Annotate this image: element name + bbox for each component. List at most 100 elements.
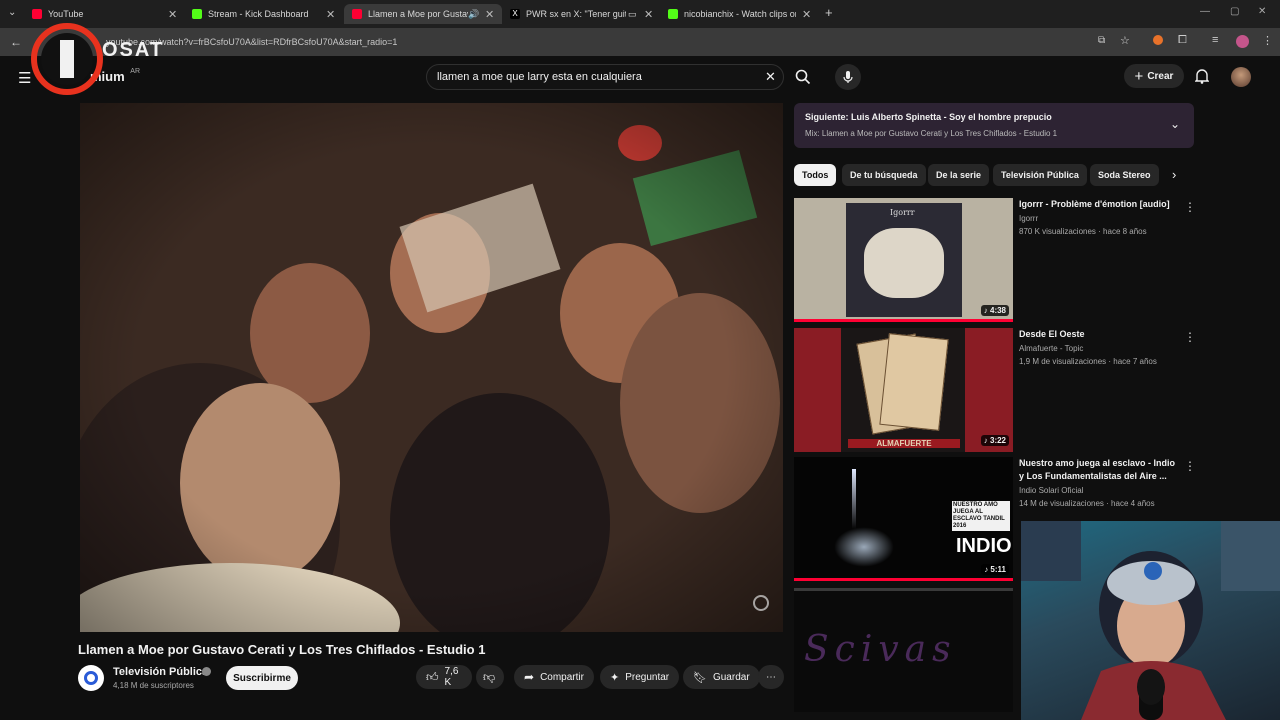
duration-badge: ♪ 3:22 (980, 435, 1009, 446)
up-next-panel[interactable]: Siguiente: Luis Alberto Spinetta - Soy e… (794, 103, 1194, 148)
close-tab-icon[interactable]: ✕ (644, 8, 653, 21)
like-button[interactable]: 👍︎ 7,6 K (416, 665, 472, 689)
kick-favicon-icon (668, 9, 678, 19)
channel-watermark-icon (753, 595, 769, 611)
tab-title: YouTube (48, 9, 84, 19)
verified-badge-icon (202, 667, 211, 676)
video-title: Llamen a Moe por Gustavo Cerati y Los Tr… (78, 642, 486, 657)
tab-list-button[interactable]: ⌄ (8, 7, 16, 18)
thumbs-up-icon: 👍︎ (426, 669, 439, 684)
close-tab-icon[interactable]: ✕ (326, 8, 335, 21)
concert-crowd-image (80, 103, 783, 632)
more-actions-button[interactable]: ⋯ (758, 665, 784, 689)
tab-current-video[interactable]: Llamen a Moe por Gustavo 🔊 ✕ (344, 4, 502, 24)
recommendation-meta: 1,9 M de visualizaciones · hace 7 años (1019, 357, 1157, 366)
chevron-right-icon[interactable]: › (1172, 167, 1176, 182)
chevron-down-icon[interactable]: ⌄ (1170, 117, 1180, 131)
tab-title: PWR sx en X: "Tener guita d (526, 9, 626, 19)
install-app-icon[interactable]: ⧉ (1098, 35, 1105, 46)
thumbs-down-icon: 👎︎ (483, 669, 496, 684)
recommendation-channel[interactable]: Igorrr (1019, 214, 1038, 223)
tab-title: nicobianchix - Watch clips on K (684, 9, 796, 19)
account-avatar[interactable] (1231, 67, 1251, 87)
close-tab-icon[interactable]: ✕ (485, 8, 494, 21)
extension-icon[interactable] (1153, 35, 1163, 45)
thumbnail-label: ALMAFUERTE (848, 439, 960, 448)
video-thumbnail[interactable]: Scivas (794, 588, 1013, 712)
search-input[interactable]: llamen a moe que larry esta en cualquier… (437, 71, 642, 83)
minimize-window-button[interactable]: — (1200, 6, 1210, 17)
tab-kick-clips[interactable]: nicobianchix - Watch clips on K ✕ (668, 4, 818, 24)
channel-row: Televisión Pública 4,18 M de suscriptore… (78, 663, 788, 693)
video-thumbnail[interactable]: NUESTRO AMO JUEGA AL ESCLAVO TANDIL 2016… (794, 457, 1013, 581)
recommendation-meta: 870 K visualizaciones · hace 8 años (1019, 227, 1147, 236)
recommendation-item[interactable]: ALMAFUERTE ♪ 3:22 Desde El Oeste Almafue… (794, 328, 1196, 452)
clear-search-icon[interactable]: ✕ (765, 69, 776, 85)
thumbnail-caption: NUESTRO AMO JUEGA AL ESCLAVO TANDIL 2016 (952, 501, 1010, 531)
recommendation-title[interactable]: Desde El Oeste (1019, 328, 1179, 341)
profile-avatar[interactable] (1236, 35, 1249, 48)
tab-x-post[interactable]: X PWR sx en X: "Tener guita d ▭ ✕ (510, 4, 660, 24)
audio-playing-icon[interactable]: 🔊 (468, 9, 479, 20)
tab-kick-dashboard[interactable]: Stream - Kick Dashboard ✕ (192, 4, 342, 24)
voice-search-button[interactable] (835, 64, 861, 90)
video-player[interactable] (80, 103, 783, 632)
ask-button[interactable]: ✦ Preguntar (600, 665, 680, 689)
recommendation-item[interactable]: Igorrr ♪ 4:38 Igorrr - Problème d'émotio… (794, 198, 1196, 322)
channel-name[interactable]: Televisión Pública (113, 666, 208, 678)
more-vertical-icon[interactable]: ⋮ (1184, 330, 1196, 344)
search-box[interactable]: llamen a moe que larry esta en cualquier… (426, 64, 784, 90)
save-label: Guardar (712, 671, 750, 683)
duration-badge: ♪ 5:11 (981, 564, 1009, 575)
svg-text:OSAT: OSAT (102, 39, 164, 61)
back-arrow-icon[interactable]: ← (10, 35, 22, 49)
dislike-button[interactable]: 👎︎ (476, 665, 504, 689)
chip-from-search[interactable]: De tu búsqueda (842, 164, 926, 186)
x-favicon-icon: X (510, 9, 520, 19)
chip-all[interactable]: Todos (794, 164, 837, 186)
close-tab-icon[interactable]: ✕ (802, 8, 811, 21)
search-button[interactable] (790, 64, 816, 90)
chip-from-series[interactable]: De la serie (928, 164, 990, 186)
more-vertical-icon[interactable]: ⋮ (1184, 200, 1196, 214)
subscriber-count: 4,18 M de suscriptores (113, 681, 194, 690)
close-tab-icon[interactable]: ✕ (168, 8, 177, 21)
bookmark-star-icon[interactable]: ☆ (1120, 34, 1130, 47)
video-thumbnail[interactable]: ALMAFUERTE ♪ 3:22 (794, 328, 1013, 452)
duration-badge: ♪ 4:38 (980, 305, 1009, 316)
chrome-menu-icon[interactable]: ⋮ (1262, 34, 1273, 47)
youtube-favicon-icon (352, 9, 362, 19)
youtube-header: ☰ mium AR llamen a moe que larry esta en… (0, 56, 1280, 100)
chip-television-publica[interactable]: Televisión Pública (993, 164, 1087, 186)
tab-youtube[interactable]: YouTube ✕ (32, 4, 182, 24)
ask-label: Preguntar (625, 671, 670, 683)
up-next-subtitle: Mix: Llamen a Moe por Gustavo Cerati y L… (805, 129, 1058, 138)
recommendation-channel[interactable]: Indio Solari Oficial (1019, 486, 1083, 495)
maximize-window-button[interactable]: ▢ (1230, 6, 1239, 17)
plus-icon: + (1134, 67, 1144, 85)
close-window-button[interactable]: ✕ (1258, 6, 1266, 17)
tab-title: Llamen a Moe por Gustavo (368, 9, 468, 19)
kick-favicon-icon (192, 9, 202, 19)
save-button[interactable]: 🔖︎ Guardar (683, 665, 760, 689)
more-vertical-icon[interactable]: ⋮ (1184, 459, 1196, 473)
recommendation-title[interactable]: Igorrr - Problème d'émotion [audio] (1019, 198, 1179, 211)
share-button[interactable]: ➦ Compartir (514, 665, 594, 689)
more-horizontal-icon: ⋯ (766, 671, 776, 683)
sparkle-icon: ✦ (610, 671, 620, 684)
recommendation-title[interactable]: Nuestro amo juega al esclavo - Indio y L… (1019, 457, 1179, 483)
channel-avatar[interactable] (78, 665, 104, 691)
create-label: Crear (1147, 70, 1174, 82)
create-button[interactable]: + Crear (1124, 64, 1184, 88)
puzzle-extensions-icon[interactable]: ⧠ (1178, 34, 1187, 47)
recommendation-channel[interactable]: Almafuerte - Topic (1019, 344, 1083, 353)
chip-soda-stereo[interactable]: Soda Stereo (1090, 164, 1159, 186)
microphone-icon (843, 71, 853, 83)
recommendation-meta: 14 M de visualizaciones · hace 4 años (1019, 499, 1155, 508)
address-bar: ← youtube.com/watch?v=frBCsfoU70A&list=R… (0, 28, 1280, 56)
notifications-bell-icon[interactable] (1194, 68, 1210, 89)
new-tab-button[interactable]: + (825, 5, 833, 20)
subscribe-button[interactable]: Suscribirme (226, 666, 298, 690)
video-thumbnail[interactable]: Igorrr ♪ 4:38 (794, 198, 1013, 322)
media-control-icon[interactable]: ≡ (1212, 34, 1218, 46)
